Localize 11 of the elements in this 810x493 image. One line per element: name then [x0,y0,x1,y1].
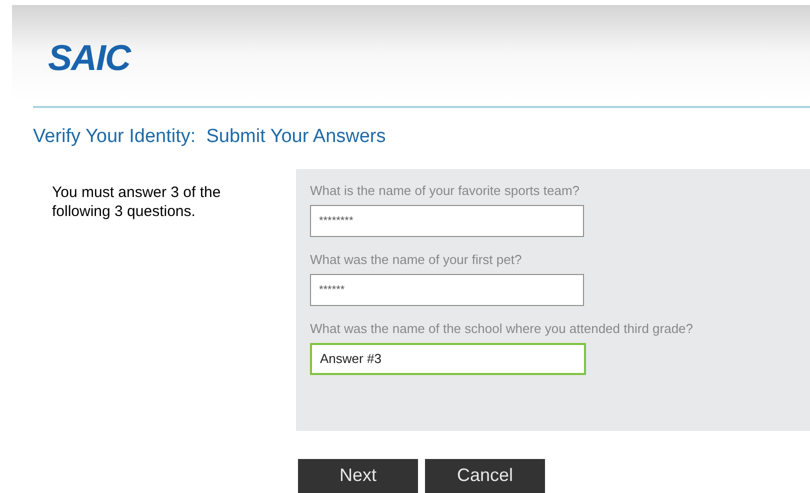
question-label: What was the name of your first pet? [310,252,523,268]
page-title: Verify Your Identity: Submit Your Answers [33,125,387,149]
answer-field[interactable]: ****** [310,274,584,306]
answer-field[interactable]: ******** [310,204,584,237]
question-label: What is the name of your favorite sports team? [310,182,581,199]
form-button[interactable]: Cancel [425,458,545,493]
instructions: You must answer 3 of the following 3 questions. [52,182,222,221]
answer-field[interactable]: Answer #3 [310,342,586,375]
logo: SAIC [48,40,130,76]
question-label: What was the name of the school where you attended third grade? [310,320,694,337]
form-button[interactable]: Next [298,458,418,493]
